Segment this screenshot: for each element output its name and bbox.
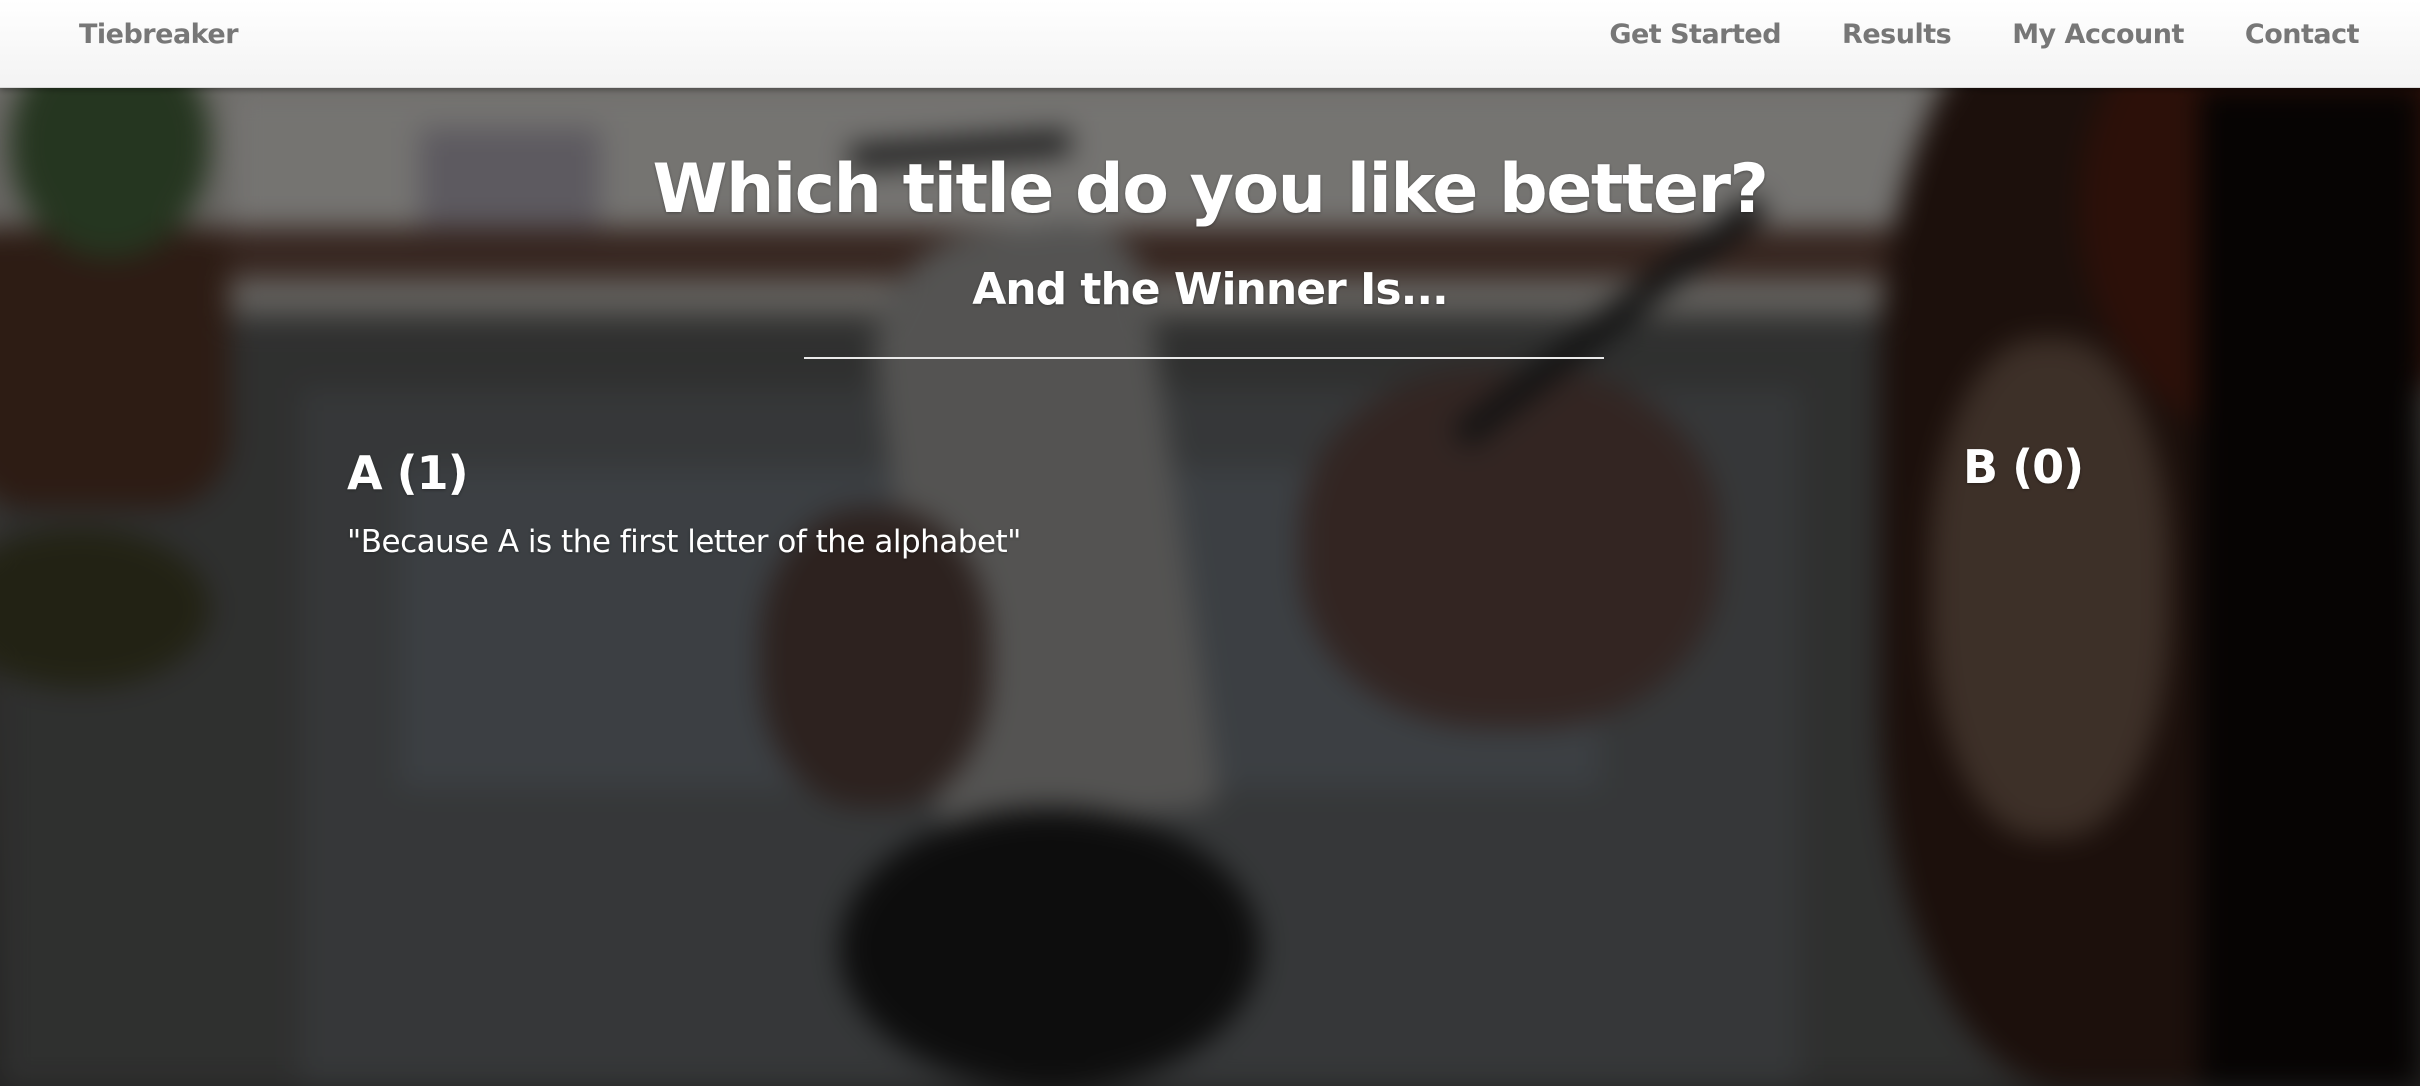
option-a-reason: "Because A is the first letter of the al… — [347, 524, 1021, 560]
nav-link-my-account[interactable]: My Account — [2012, 0, 2184, 70]
nav-link-get-started[interactable]: Get Started — [1609, 0, 1781, 70]
navbar: Tiebreaker Get Started Results My Accoun… — [0, 0, 2420, 88]
option-b-heading: B (0) — [1963, 440, 2084, 494]
brand-link[interactable]: Tiebreaker — [79, 0, 239, 70]
nav-link-contact[interactable]: Contact — [2245, 0, 2360, 70]
nav-link-results[interactable]: Results — [1842, 0, 1952, 70]
hero-divider — [804, 357, 1604, 359]
hero-section: Which title do you like better? And the … — [0, 88, 2420, 1086]
hero-title: Which title do you like better? — [652, 150, 1769, 229]
hero-subtitle: And the Winner Is... — [972, 264, 1449, 315]
nav-links: Get Started Results My Account Contact — [1609, 0, 2359, 70]
option-a-heading: A (1) — [347, 446, 469, 500]
hero-content: Which title do you like better? And the … — [0, 88, 2420, 1086]
